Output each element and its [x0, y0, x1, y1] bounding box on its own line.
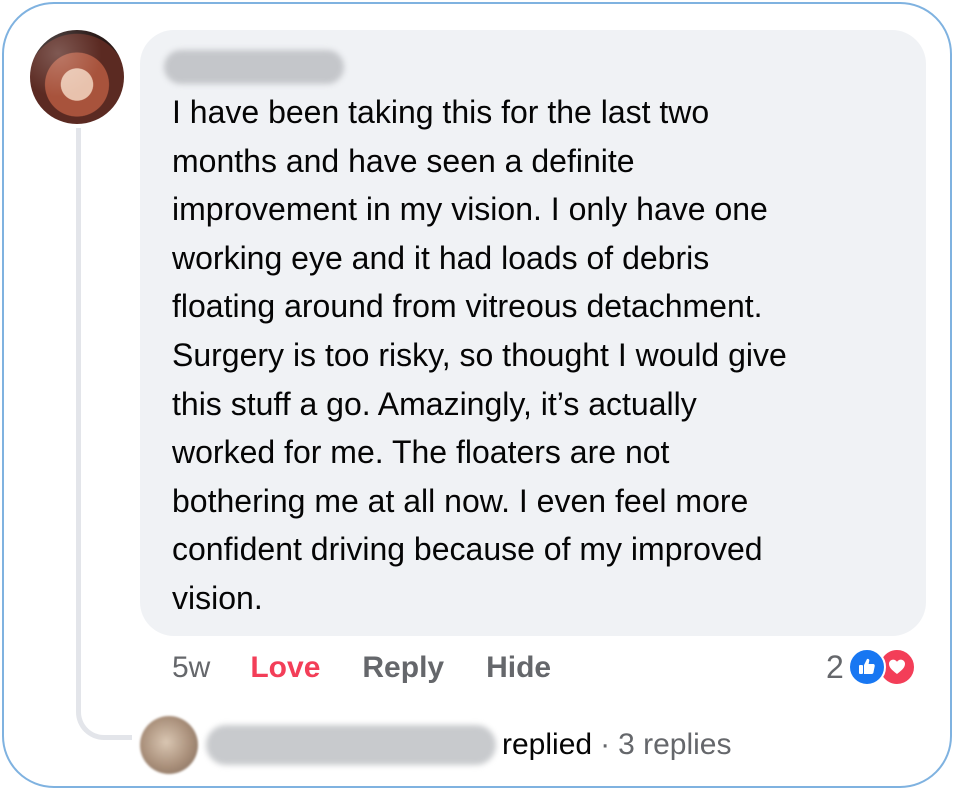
hide-button[interactable]: Hide — [486, 651, 551, 685]
replier-name-redacted[interactable] — [206, 725, 496, 765]
thumbs-up-icon — [847, 648, 886, 686]
replied-label: replied — [502, 728, 593, 761]
reply-button[interactable]: Reply — [362, 651, 444, 685]
reply-count-link[interactable]: 3 replies — [618, 728, 731, 762]
love-button[interactable]: Love — [250, 651, 320, 685]
comment-timestamp[interactable]: 5w — [172, 651, 210, 685]
commenter-name-redacted[interactable] — [164, 50, 344, 84]
reply-summary[interactable]: replied · 3 replies — [140, 715, 731, 775]
separator-dot: · — [600, 728, 611, 761]
replier-avatar[interactable] — [140, 716, 198, 774]
reaction-summary[interactable]: 2 — [826, 645, 916, 689]
comment-actions: 5w Love Reply Hide — [172, 648, 551, 688]
comment-text: I have been taking this for the last two… — [172, 94, 787, 616]
thread-connector-line — [76, 128, 132, 740]
reaction-count: 2 — [826, 648, 844, 685]
comment-bubble: I have been taking this for the last two… — [140, 30, 926, 636]
commenter-avatar[interactable] — [30, 30, 124, 124]
